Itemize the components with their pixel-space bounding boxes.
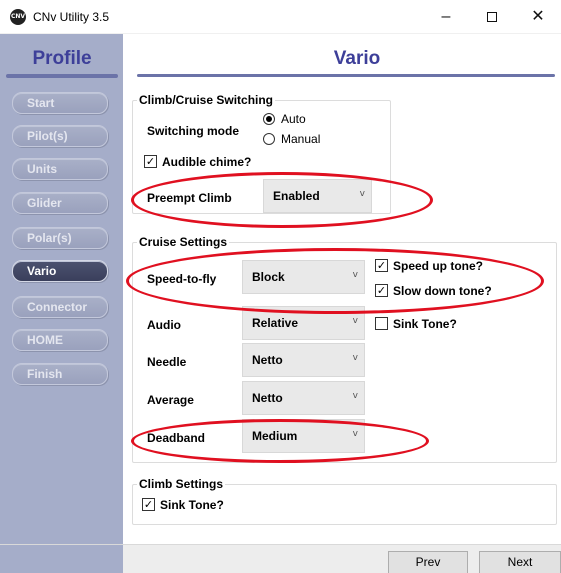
radio-manual-label[interactable]: Manual [281,132,320,146]
radio-manual[interactable] [263,133,275,145]
slow-down-tone-label[interactable]: Slow down tone? [393,284,492,298]
deadband-dropdown[interactable]: Medium v [242,419,365,453]
sidebar-item-pilots[interactable]: Pilot(s) [12,125,108,147]
sidebar-item-vario[interactable]: Vario [12,260,108,282]
chevron-down-icon: v [352,429,358,439]
deadband-value: Medium [252,429,298,443]
sidebar: Profile Start Pilot(s) Units Glider Pola… [0,34,123,544]
preempt-climb-dropdown[interactable]: Enabled v [263,179,372,213]
switching-mode-label: Switching mode [147,124,240,138]
sink-tone-cruise-label[interactable]: Sink Tone? [393,317,457,331]
maximize-icon [487,11,497,22]
average-dropdown[interactable]: Netto v [242,381,365,415]
speed-up-tone-checkbox[interactable]: ✓ [375,259,388,272]
audio-label: Audio [147,318,181,332]
slow-down-tone-checkbox[interactable]: ✓ [375,284,388,297]
sidebar-item-polars[interactable]: Polar(s) [12,227,108,249]
sidebar-title-underline [6,74,118,78]
window-title: CNv Utility 3.5 [33,10,110,24]
sink-tone-climb-label[interactable]: Sink Tone? [160,498,224,512]
sink-tone-climb-checkbox[interactable]: ✓ [142,498,155,511]
needle-label: Needle [147,355,187,369]
radio-auto-label[interactable]: Auto [281,112,306,126]
speed-up-tone-label[interactable]: Speed up tone? [393,259,483,273]
sidebar-item-connector[interactable]: Connector [12,296,108,318]
sidebar-title: Profile [32,48,92,69]
page-title-underline [137,74,555,77]
preempt-climb-value: Enabled [273,189,320,203]
title-bar: CNV CNv Utility 3.5 – ✕ [0,0,561,34]
needle-dropdown[interactable]: Netto v [242,343,365,377]
deadband-label: Deadband [147,431,206,445]
sink-tone-cruise-checkbox[interactable] [375,317,388,330]
audible-chime-label[interactable]: Audible chime? [162,155,251,169]
prev-button[interactable]: Prev [388,551,468,573]
page-title: Vario [333,48,381,69]
sidebar-item-glider[interactable]: Glider [12,192,108,214]
sidebar-item-units[interactable]: Units [12,158,108,180]
main-panel: Vario Climb/Cruise Switching Switching m… [123,34,561,544]
footer-sidebar-strip [0,545,123,573]
audio-dropdown[interactable]: Relative v [242,306,365,340]
speed-to-fly-dropdown[interactable]: Block v [242,260,365,294]
close-button[interactable]: ✕ [515,0,561,34]
footer-bar: Prev Next [0,544,561,573]
speed-to-fly-value: Block [252,270,285,284]
sidebar-item-home[interactable]: HOME [12,329,108,351]
needle-value: Netto [252,353,283,367]
chevron-down-icon: v [359,189,365,199]
audio-value: Relative [252,316,299,330]
chevron-down-icon: v [352,353,358,363]
average-label: Average [147,393,194,407]
cruise-settings-legend: Cruise Settings [137,235,230,249]
chevron-down-icon: v [352,316,358,326]
chevron-down-icon: v [352,391,358,401]
audible-chime-checkbox[interactable]: ✓ [144,155,157,168]
average-value: Netto [252,391,283,405]
speed-to-fly-label: Speed-to-fly [147,272,217,286]
minimize-button[interactable]: – [423,0,469,34]
sidebar-item-start[interactable]: Start [12,92,108,114]
next-button[interactable]: Next [479,551,561,573]
chevron-down-icon: v [352,270,358,280]
preempt-climb-label: Preempt Climb [147,191,232,205]
climb-settings-legend: Climb Settings [137,477,226,491]
sidebar-item-finish[interactable]: Finish [12,363,108,385]
app-icon: CNV [10,9,26,25]
maximize-button[interactable] [469,0,515,34]
climb-cruise-legend: Climb/Cruise Switching [137,93,276,107]
radio-auto[interactable] [263,113,275,125]
